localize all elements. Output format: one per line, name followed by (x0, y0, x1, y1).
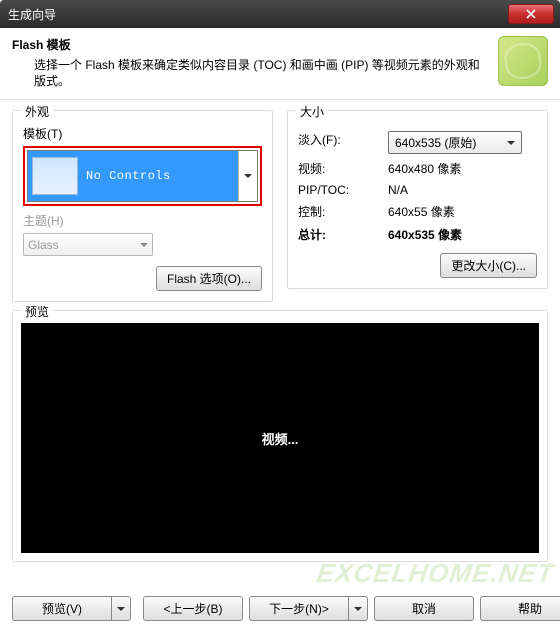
theme-value: Glass (28, 238, 140, 252)
wizard-footer: 预览(V) <上一步(B) 下一步(N)> 取消 帮助 (0, 596, 560, 621)
control-value: 640x55 像素 (388, 203, 537, 220)
preview-dropdown-button[interactable] (111, 596, 131, 621)
piptoc-label: PIP/TOC: (298, 183, 388, 197)
flash-options-button[interactable]: Flash 选项(O)... (156, 266, 262, 291)
titlebar: 生成向导 (0, 0, 560, 28)
theme-label: 主题(H) (23, 212, 262, 229)
fadein-dropdown[interactable]: 640x535 (原始) (388, 131, 522, 154)
piptoc-value: N/A (388, 183, 537, 197)
chevron-down-icon (140, 241, 148, 249)
theme-dropdown[interactable]: Glass (23, 233, 153, 256)
appearance-group: 外观 模板(T) No Controls 主题(H) Gl (12, 110, 273, 302)
chevron-down-icon (238, 151, 257, 201)
close-icon (526, 9, 536, 19)
next-button-group: 下一步(N)> (249, 596, 368, 621)
highlight-box: No Controls (23, 146, 262, 206)
help-button[interactable]: 帮助 (480, 596, 560, 621)
preview-area: 视频... (21, 323, 539, 553)
size-legend: 大小 (296, 103, 328, 120)
close-button[interactable] (508, 4, 554, 24)
cancel-button[interactable]: 取消 (374, 596, 474, 621)
chevron-down-icon (117, 605, 125, 613)
window-title: 生成向导 (8, 6, 508, 23)
product-logo-icon (498, 36, 548, 86)
preview-button-group: 预览(V) (12, 596, 131, 621)
next-dropdown-button[interactable] (348, 596, 368, 621)
header-title: Flash 模板 (12, 36, 490, 53)
preview-group: 预览 视频... (12, 310, 548, 562)
control-label: 控制: (298, 203, 388, 220)
wizard-header: Flash 模板 选择一个 Flash 模板来确定类似内容目录 (TOC) 和画… (0, 28, 560, 100)
fadein-label: 淡入(F): (298, 131, 388, 154)
appearance-legend: 外观 (21, 103, 53, 120)
total-label: 总计: (298, 226, 388, 243)
header-description: 选择一个 Flash 模板来确定类似内容目录 (TOC) 和画中画 (PIP) … (12, 57, 490, 89)
fadein-value: 640x535 (原始) (395, 134, 507, 151)
video-label: 视频: (298, 160, 388, 177)
chevron-down-icon (354, 605, 362, 613)
template-value: No Controls (86, 169, 171, 183)
change-size-button[interactable]: 更改大小(C)... (440, 253, 537, 278)
back-button[interactable]: <上一步(B) (143, 596, 243, 621)
total-value: 640x535 像素 (388, 226, 537, 243)
size-group: 大小 淡入(F): 640x535 (原始) 视频:640x480 像素 PIP… (287, 110, 548, 289)
preview-placeholder: 视频... (262, 429, 299, 448)
preview-legend: 预览 (21, 303, 53, 320)
template-thumbnail-icon (32, 157, 78, 195)
video-value: 640x480 像素 (388, 160, 537, 177)
chevron-down-icon (507, 139, 515, 147)
template-label: 模板(T) (23, 125, 262, 142)
watermark: EXCELHOME.NET (315, 558, 556, 589)
next-button[interactable]: 下一步(N)> (249, 596, 348, 621)
template-dropdown[interactable]: No Controls (27, 150, 258, 202)
preview-button[interactable]: 预览(V) (12, 596, 111, 621)
